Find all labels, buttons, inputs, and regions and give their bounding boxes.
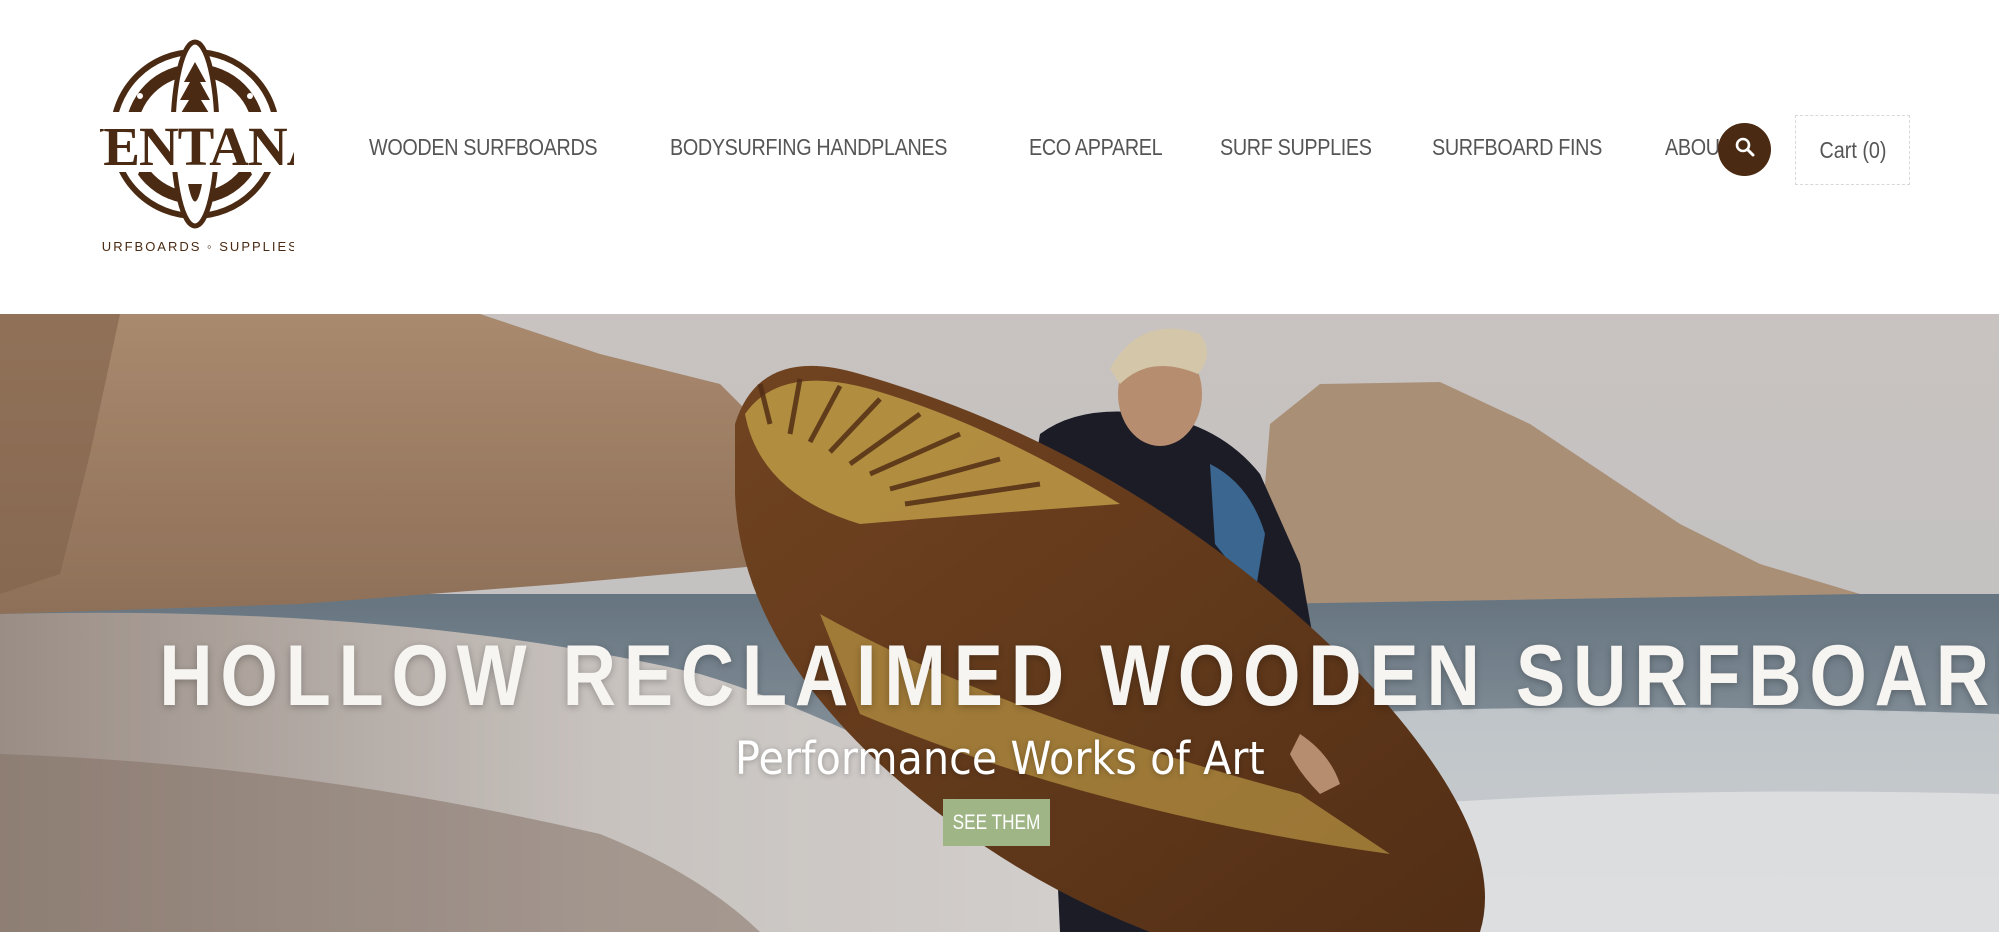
svg-text:VENTANA: VENTANA	[100, 116, 294, 177]
site-header: VENTANA SURFBOARDS ◦ SUPPLIES WOODEN SUR…	[0, 0, 1999, 314]
nav-item-label: SURF SUPPLIES	[1219, 134, 1372, 160]
nav-item-label: BODYSURFING HANDPLANES	[670, 134, 948, 160]
hero-subtitle: Performance Works of Art	[734, 732, 1265, 785]
nav-item-label: ECO APPAREL	[1028, 134, 1163, 160]
hero-banner: HOLLOW RECLAIMED WOODEN SURFBOARDS Perfo…	[0, 314, 1999, 932]
nav-item-surfboard-fins[interactable]: SURFBOARD FINS	[1432, 134, 1602, 161]
nav-item-eco-apparel[interactable]: ECO APPAREL	[1028, 134, 1163, 161]
main-nav: WOODEN SURFBOARDS BODYSURFING HANDPLANES…	[369, 134, 1773, 161]
hero-title: HOLLOW RECLAIMED WOODEN SURFBOARDS	[159, 627, 1999, 724]
nav-item-surf-supplies[interactable]: SURF SUPPLIES	[1220, 134, 1372, 161]
nav-item-label: WOODEN SURFBOARDS	[369, 134, 598, 160]
see-them-button[interactable]: SEE THEM	[943, 799, 1050, 846]
ventana-logo[interactable]: VENTANA SURFBOARDS ◦ SUPPLIES	[100, 34, 294, 256]
nav-item-bodysurfing-handplanes[interactable]: BODYSURFING HANDPLANES	[670, 134, 947, 161]
search-icon	[1734, 136, 1756, 163]
svg-text:SURFBOARDS ◦ SUPPLIES: SURFBOARDS ◦ SUPPLIES	[100, 239, 294, 254]
cart-label: Cart (0)	[1818, 136, 1887, 163]
nav-item-wooden-surfboards[interactable]: WOODEN SURFBOARDS	[369, 134, 598, 161]
cart-button[interactable]: Cart (0)	[1795, 115, 1910, 185]
nav-item-label: SURFBOARD FINS	[1431, 134, 1602, 160]
search-button[interactable]	[1718, 123, 1771, 176]
